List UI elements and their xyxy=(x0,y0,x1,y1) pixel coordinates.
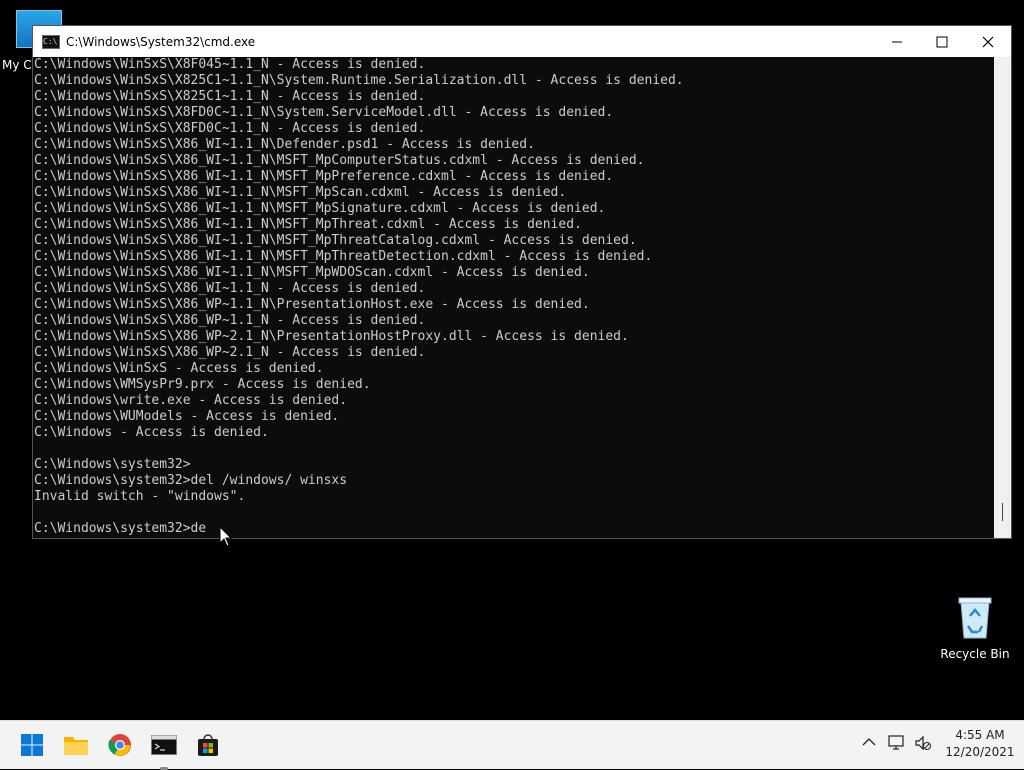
recycle-bin-label: Recycle Bin xyxy=(940,647,1010,661)
console-line: C:\Windows\WinSxS\X86_WI~1.1_N\MSFT_MpTh… xyxy=(34,249,653,264)
minimize-button[interactable] xyxy=(874,26,920,57)
recycle-bin-graphic xyxy=(958,597,992,639)
console-line: C:\Windows\system32>del /windows/ winsxs xyxy=(34,473,348,488)
console-line: C:\Windows\WinSxS\X825C1~1.1_N - Access … xyxy=(34,89,426,104)
folder-icon xyxy=(64,737,88,755)
close-icon xyxy=(982,36,994,47)
start-button[interactable] xyxy=(16,729,48,761)
network-icon[interactable] xyxy=(888,735,906,755)
scrollbar-thumb[interactable] xyxy=(1002,503,1003,521)
microsoft-store-button[interactable] xyxy=(192,729,224,761)
console-line: C:\Windows\WinSxS\X86_WP~2.1_N - Access … xyxy=(34,345,426,360)
recycle-bin-icon[interactable]: Recycle Bin xyxy=(940,596,1010,661)
minimize-icon xyxy=(892,41,902,42)
speaker-muted-icon xyxy=(915,735,931,751)
console-line: C:\Windows\WinSxS\X86_WP~1.1_N - Access … xyxy=(34,313,426,328)
cmd-taskbar-button[interactable] xyxy=(148,729,180,770)
chevron-up-icon xyxy=(862,738,876,746)
title-bar[interactable]: C:\ C:\Windows\System32\cmd.exe xyxy=(33,26,1011,57)
volume-icon[interactable] xyxy=(914,735,932,755)
close-button[interactable] xyxy=(965,26,1011,57)
console-line: C:\Windows\WinSxS - Access is denied. xyxy=(34,361,324,376)
console-line: C:\Windows\WinSxS\X86_WP~1.1_N\Presentat… xyxy=(34,297,590,312)
console-line: C:\Windows\WinSxS\X86_WI~1.1_N\MSFT_MpSc… xyxy=(34,185,567,200)
console-line: C:\Windows\WinSxS\X86_WI~1.1_N\MSFT_MpPr… xyxy=(34,169,614,184)
console-line: C:\Windows\write.exe - Access is denied. xyxy=(34,393,348,408)
pointer-icon xyxy=(219,526,233,547)
console-line: C:\Windows\WinSxS\X86_WI~1.1_N\MSFT_MpSi… xyxy=(34,201,606,216)
cmd-app-icon: C:\ xyxy=(42,34,60,49)
chrome-button[interactable] xyxy=(104,729,136,761)
console-line: C:\Windows\WUModels - Access is denied. xyxy=(34,409,340,424)
console-line: C:\Windows\WinSxS\X8FD0C~1.1_N - Access … xyxy=(34,121,426,136)
maximize-button[interactable] xyxy=(919,26,965,57)
clock-time: 4:55 AM xyxy=(955,728,1005,742)
window-title: C:\Windows\System32\cmd.exe xyxy=(66,34,256,49)
vertical-scrollbar[interactable] xyxy=(994,57,1011,538)
taskbar: 4:55 AM 12/20/2021 xyxy=(0,720,1024,770)
cmd-window[interactable]: C:\ C:\Windows\System32\cmd.exe C:\Windo… xyxy=(33,26,1011,538)
console-line: C:\Windows\WinSxS\X86_WI~1.1_N\MSFT_MpTh… xyxy=(34,217,582,232)
console-line: C:\Windows\WinSxS\X86_WI~1.1_N\Defender.… xyxy=(34,137,535,152)
console-line: C:\Windows\WinSxS\X8F045~1.1_N - Access … xyxy=(34,57,426,72)
show-hidden-icons-chevron-icon[interactable] xyxy=(862,735,876,751)
console-line: C:\Windows\WinSxS\X86_WI~1.1_N\MSFT_MpCo… xyxy=(34,153,645,168)
monitor-network-icon xyxy=(888,735,904,750)
console-line: C:\Windows\system32> xyxy=(34,457,191,472)
console-line: C:\Windows\WinSxS\X86_WI~1.1_N\MSFT_MpTh… xyxy=(34,233,637,248)
terminal-icon xyxy=(151,735,177,755)
console-line: C:\Windows\system32>de xyxy=(34,521,207,536)
console-line: C:\Windows\WinSxS\X8FD0C~1.1_N\System.Se… xyxy=(34,105,614,120)
console-line: Invalid switch - "windows". xyxy=(34,489,246,504)
console-line: C:\Windows\WinSxS\X86_WI~1.1_N\MSFT_MpWD… xyxy=(34,265,590,280)
system-clock[interactable]: 4:55 AM 12/20/2021 xyxy=(940,727,1020,761)
windows-logo-icon xyxy=(21,734,43,756)
file-explorer-button[interactable] xyxy=(60,729,92,761)
clock-date: 12/20/2021 xyxy=(945,745,1015,759)
console-line: C:\Windows\WinSxS\X86_WP~2.1_N\Presentat… xyxy=(34,329,629,344)
console-line: C:\Windows\WinSxS\X825C1~1.1_N\System.Ru… xyxy=(34,73,684,88)
console-output[interactable]: C:\Windows\WinSxS\X8F045~1.1_N - Access … xyxy=(33,57,994,538)
console-line: C:\Windows\WinSxS\X86_WI~1.1_N - Access … xyxy=(34,281,426,296)
chrome-icon xyxy=(108,734,131,756)
console-line: C:\Windows - Access is denied. xyxy=(34,425,269,440)
maximize-icon xyxy=(936,36,948,47)
store-icon xyxy=(198,734,218,756)
console-line: C:\Windows\WMSysPr9.prx - Access is deni… xyxy=(34,377,371,392)
